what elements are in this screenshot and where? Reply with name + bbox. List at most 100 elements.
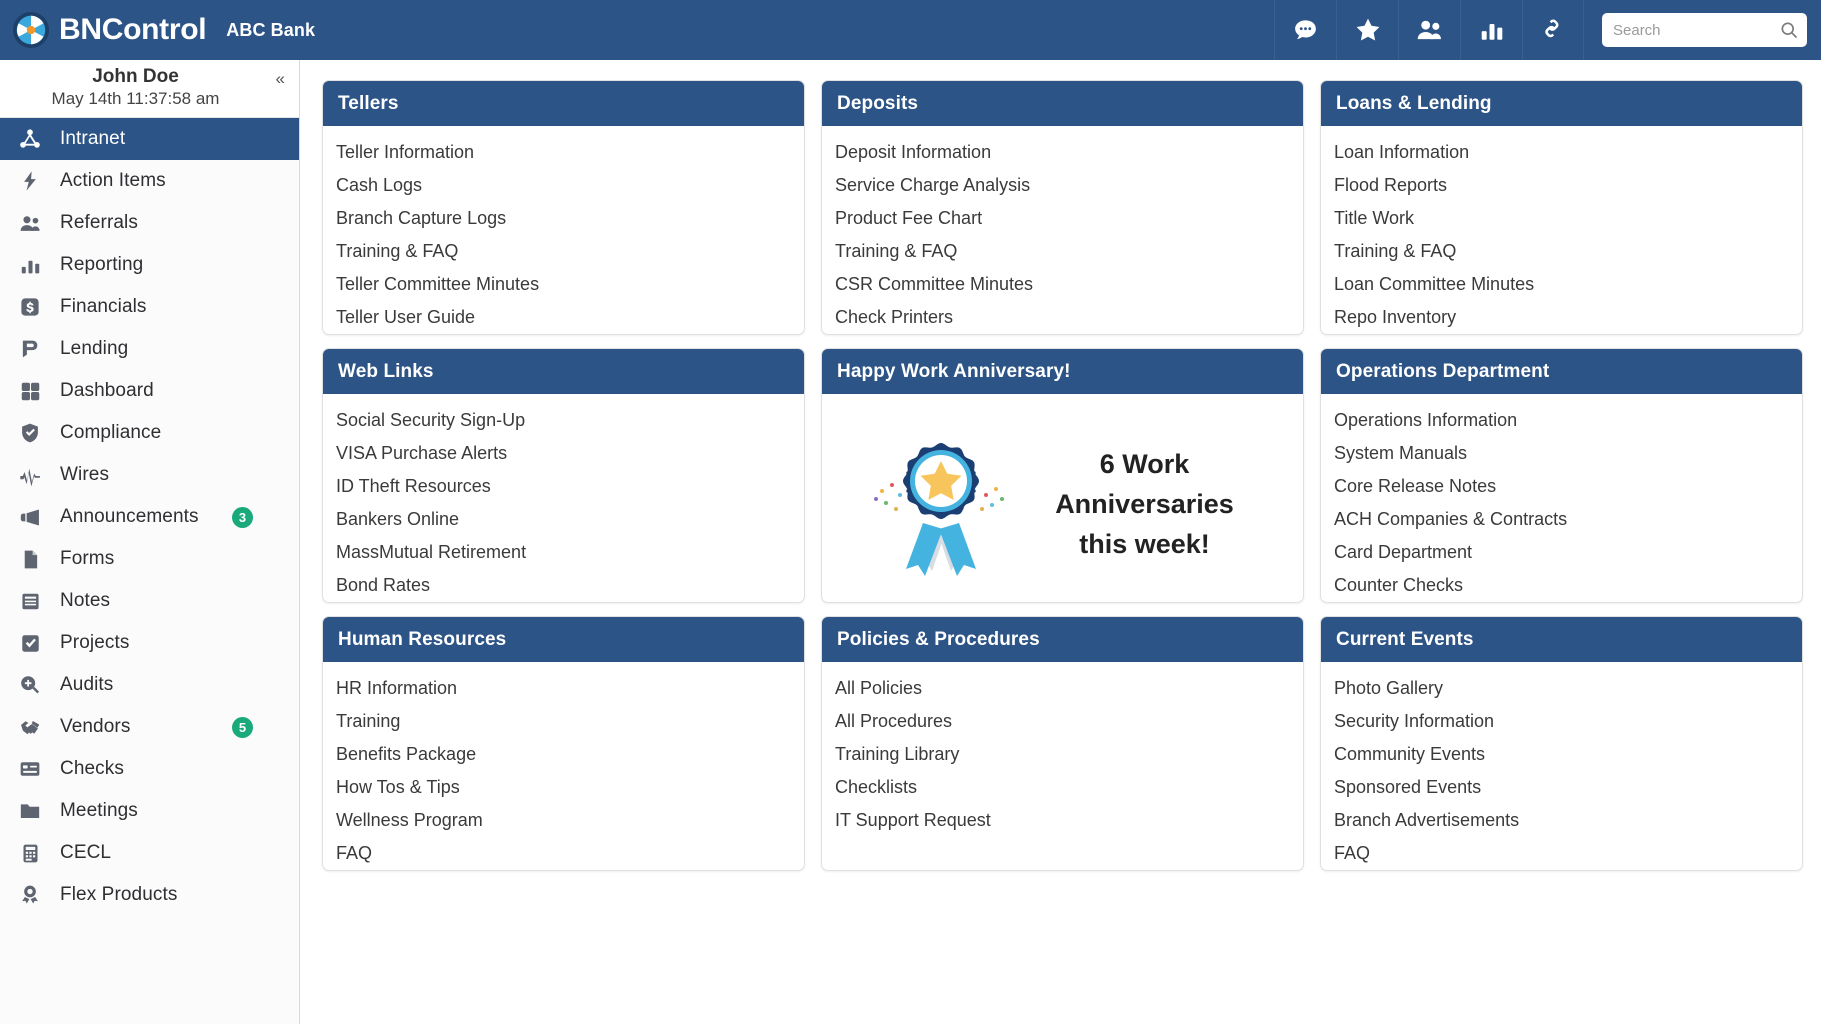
sidebar-item-notes[interactable]: Notes [0, 580, 299, 622]
sidebar-item-checks[interactable]: Checks [0, 748, 299, 790]
sidebar-item-intranet[interactable]: Intranet [0, 118, 299, 160]
sidebar-item-referrals[interactable]: Referrals [0, 202, 299, 244]
sidebar-item-flex-products[interactable]: Flex Products [0, 874, 299, 916]
people-icon [17, 211, 43, 235]
search-container [1602, 13, 1807, 47]
bar-chart-icon[interactable] [1460, 0, 1522, 60]
card-link[interactable]: Operations Information [1321, 404, 1802, 437]
card-link[interactable]: Repo Inventory [1321, 301, 1802, 334]
card-link[interactable]: Branch Advertisements [1321, 804, 1802, 837]
card-link[interactable]: Title Work [1321, 202, 1802, 235]
bolt-icon [17, 169, 43, 193]
card-web-links: Web Links Social Security Sign-Up VISA Pur… [322, 348, 805, 603]
card-link[interactable]: HR Information [323, 672, 804, 705]
card-link[interactable]: Loan Information [1321, 136, 1802, 169]
user-timestamp: May 14th 11:37:58 am [51, 89, 220, 108]
user-block: John Doe May 14th 11:37:58 am « [0, 60, 299, 118]
card-link[interactable]: Branch Capture Logs [323, 202, 804, 235]
card-link[interactable]: ID Theft Resources [323, 470, 804, 503]
card-link[interactable]: Loan Committee Minutes [1321, 268, 1802, 301]
award-icon [17, 883, 43, 907]
sidebar-item-forms[interactable]: Forms [0, 538, 299, 580]
card-link[interactable]: Teller Information [323, 136, 804, 169]
sidebar-item-cecl[interactable]: CECL [0, 832, 299, 874]
sidebar-item-wires[interactable]: Wires [0, 454, 299, 496]
card-link[interactable]: Benefits Package [323, 738, 804, 771]
card-link[interactable]: Wellness Program [323, 804, 804, 837]
card-link[interactable]: MassMutual Retirement [323, 536, 804, 569]
card-link[interactable]: Training & FAQ [323, 235, 804, 268]
search-input[interactable] [1602, 13, 1807, 47]
sidebar-item-meetings[interactable]: Meetings [0, 790, 299, 832]
top-bar: BNControl ABC Bank [0, 0, 1821, 60]
check-card-icon [17, 757, 43, 781]
card-link[interactable]: Training & FAQ [822, 235, 1303, 268]
card-loans-lending: Loans & Lending Loan Information Flood Rep… [1320, 80, 1803, 335]
lending-icon [17, 337, 43, 361]
card-link[interactable]: Bankers Online [323, 503, 804, 536]
card-link[interactable]: Security Information [1321, 705, 1802, 738]
card-title: Policies & Procedures [822, 617, 1303, 662]
brand[interactable]: BNControl ABC Bank [0, 11, 315, 49]
search-icon[interactable] [1779, 20, 1799, 40]
card-link[interactable]: Counter Checks [1321, 569, 1802, 602]
topbar-icon-group [1274, 0, 1584, 60]
chat-icon[interactable] [1274, 0, 1336, 60]
sidebar-item-reporting[interactable]: Reporting [0, 244, 299, 286]
card-link[interactable]: Training [323, 705, 804, 738]
card-link[interactable]: VISA Purchase Alerts [323, 437, 804, 470]
users-icon[interactable] [1398, 0, 1460, 60]
tenant-name: ABC Bank [226, 19, 316, 40]
card-link[interactable]: System Manuals [1321, 437, 1802, 470]
card-link[interactable]: CSR Committee Minutes [822, 268, 1303, 301]
card-link[interactable]: Training Library [822, 738, 1303, 771]
sidebar-item-vendors[interactable]: Vendors 5 [0, 706, 299, 748]
card-link[interactable]: Teller Committee Minutes [323, 268, 804, 301]
handshake-icon [17, 715, 43, 739]
magnifier-plus-icon [17, 673, 43, 697]
card-link[interactable]: Cash Logs [323, 169, 804, 202]
card-link[interactable]: Service Charge Analysis [822, 169, 1303, 202]
card-deposits: Deposits Deposit Information Service Charg… [821, 80, 1304, 335]
sidebar-item-label: Compliance [60, 422, 162, 443]
card-link[interactable]: All Policies [822, 672, 1303, 705]
card-link[interactable]: How Tos & Tips [323, 771, 804, 804]
card-link[interactable]: ACH Companies & Contracts [1321, 503, 1802, 536]
card-link[interactable]: Sponsored Events [1321, 771, 1802, 804]
star-icon[interactable] [1336, 0, 1398, 60]
sidebar-collapse-icon[interactable]: « [276, 70, 285, 87]
sidebar-item-projects[interactable]: Projects [0, 622, 299, 664]
card-link[interactable]: FAQ [1321, 837, 1802, 870]
card-link[interactable]: Photo Gallery [1321, 672, 1802, 705]
sidebar-item-action-items[interactable]: Action Items [0, 160, 299, 202]
card-link[interactable]: Checklists [822, 771, 1303, 804]
sidebar-item-dashboard[interactable]: Dashboard [0, 370, 299, 412]
card-link[interactable]: Teller User Guide [323, 301, 804, 334]
card-link[interactable]: Check Printers [822, 301, 1303, 334]
card-link[interactable]: Bond Rates [323, 569, 804, 602]
card-body: Photo Gallery Security Information Communi… [1321, 662, 1802, 870]
card-link[interactable]: Social Security Sign-Up [323, 404, 804, 437]
card-link[interactable]: Community Events [1321, 738, 1802, 771]
card-link[interactable]: Training & FAQ [1321, 235, 1802, 268]
link-icon[interactable] [1522, 0, 1584, 60]
sidebar-item-label: Referrals [60, 212, 138, 233]
sidebar-item-announcements[interactable]: Announcements 3 [0, 496, 299, 538]
card-link[interactable]: Product Fee Chart [822, 202, 1303, 235]
card-current-events: Current Events Photo Gallery Security Info… [1320, 616, 1803, 871]
sidebar-item-compliance[interactable]: Compliance [0, 412, 299, 454]
sidebar-item-financials[interactable]: Financials [0, 286, 299, 328]
sidebar-item-label: Announcements [60, 506, 199, 527]
card-link[interactable]: IT Support Request [822, 804, 1303, 837]
card-link[interactable]: Deposit Information [822, 136, 1303, 169]
card-link[interactable]: FAQ [323, 837, 804, 870]
sidebar-item-audits[interactable]: Audits [0, 664, 299, 706]
card-link[interactable]: Flood Reports [1321, 169, 1802, 202]
bar-chart-icon [17, 253, 43, 277]
card-title: Happy Work Anniversary! [822, 349, 1303, 394]
card-body: Social Security Sign-Up VISA Purchase Ale… [323, 394, 804, 602]
card-link[interactable]: All Procedures [822, 705, 1303, 738]
sidebar-item-lending[interactable]: Lending [0, 328, 299, 370]
card-link[interactable]: Core Release Notes [1321, 470, 1802, 503]
card-link[interactable]: Card Department [1321, 536, 1802, 569]
